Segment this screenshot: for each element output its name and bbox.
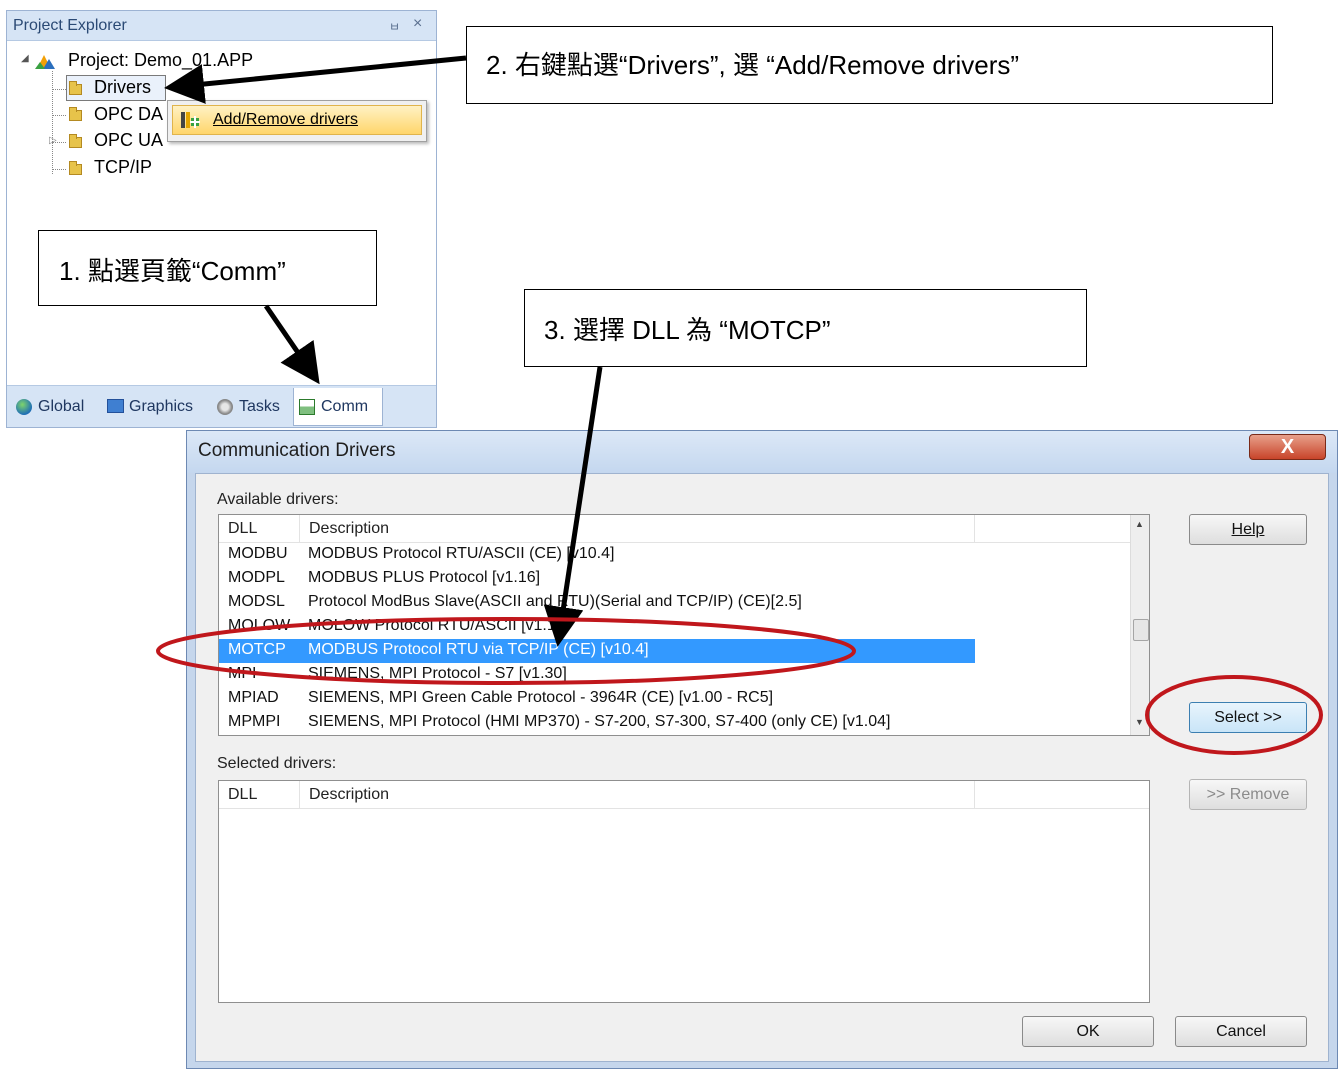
column-header-dll[interactable]: DLL — [228, 520, 257, 538]
driver-description: SIEMENS, MPI Green Cable Protocol - 3964… — [308, 689, 774, 706]
driver-description: MODBUS Protocol RTU/ASCII (CE) [v10.4] — [308, 545, 615, 562]
project-explorer-titlebar: Project Explorer ㅂ × — [7, 11, 436, 41]
gear-icon — [217, 399, 233, 415]
driver-dll: MPI — [228, 665, 257, 682]
tree-line — [52, 169, 66, 170]
menu-item-add-remove-drivers[interactable]: Add/Remove drivers — [172, 105, 422, 135]
menu-item-label: Add/Remove drivers — [213, 111, 358, 128]
selected-list-header: DLL Description — [219, 781, 1149, 809]
driver-description: SIEMENS, MPI Protocol - S7 [v1.30] — [308, 665, 567, 682]
callout-step-1-text: 1. 點選頁籤“Comm” — [59, 256, 286, 286]
driver-row-mpi[interactable]: MPI SIEMENS, MPI Protocol - S7 [v1.30] — [219, 663, 975, 687]
tab-global[interactable]: Global — [38, 398, 84, 416]
driver-description: SIEMENS, MPI Protocol (HMI MP370) - S7-2… — [308, 713, 891, 730]
driver-row-modbu[interactable]: MODBU MODBUS Protocol RTU/ASCII (CE) [v10… — [219, 543, 975, 567]
column-header-dll[interactable]: DLL — [228, 786, 257, 804]
context-menu: Add/Remove drivers — [167, 100, 427, 142]
driver-dll: MODSL — [228, 593, 285, 610]
tree-item-drivers[interactable]: Drivers — [94, 77, 151, 98]
driver-row-modpl[interactable]: MODPL MODBUS PLUS Protocol [v1.16] — [219, 567, 975, 591]
folder-icon — [69, 81, 82, 95]
driver-row-motcp[interactable]: MOTCP MODBUS Protocol RTU via TCP/IP (CE)… — [219, 639, 975, 663]
available-drivers-label: Available drivers: — [217, 491, 339, 508]
remove-button-label: >> Remove — [1206, 786, 1290, 803]
scroll-thumb[interactable] — [1133, 619, 1149, 641]
pin-icon[interactable]: ㅂ — [389, 18, 400, 35]
selected-drivers-list[interactable]: DLL Description — [218, 780, 1150, 1003]
tree-line — [52, 71, 53, 174]
driver-description: MODBUS Protocol RTU via TCP/IP (CE) [v10… — [308, 641, 649, 658]
cancel-button-label: Cancel — [1216, 1023, 1266, 1040]
select-button[interactable]: Select >> — [1189, 702, 1307, 733]
tab-tasks[interactable]: Tasks — [239, 398, 280, 416]
globe-icon — [16, 399, 32, 415]
tab-comm[interactable]: Comm — [321, 398, 368, 416]
driver-dll: MOTCP — [228, 641, 286, 658]
vertical-scrollbar[interactable]: ▲ ▼ — [1130, 515, 1149, 735]
tree-line — [52, 115, 66, 116]
callout-step-2-text: 2. 右鍵點選“Drivers”, 選 “Add/Remove drivers” — [486, 50, 1020, 80]
dialog-title: Communication Drivers — [198, 440, 396, 461]
project-label[interactable]: Project: Demo_01.APP — [68, 50, 253, 71]
column-divider — [299, 515, 300, 543]
driver-dll: MPMPI — [228, 713, 281, 730]
help-button[interactable]: Help — [1189, 514, 1307, 545]
dialog-close-button[interactable]: X — [1249, 434, 1326, 460]
column-header-description[interactable]: Description — [309, 520, 389, 538]
select-button-label: Select >> — [1214, 709, 1282, 726]
available-rows: MODBU MODBUS Protocol RTU/ASCII (CE) [v10… — [219, 543, 1130, 735]
selected-drivers-label: Selected drivers: — [217, 755, 337, 772]
driver-row-mpiad[interactable]: MPIAD SIEMENS, MPI Green Cable Protocol -… — [219, 687, 975, 711]
driver-row-modsl[interactable]: MODSL Protocol ModBus Slave(ASCII and RTU… — [219, 591, 975, 615]
driver-description: MOLOW Protocol RTU/ASCII [v1.1] — [308, 617, 561, 634]
tab-graphics[interactable]: Graphics — [129, 398, 193, 416]
driver-dll: MODBU — [228, 545, 288, 562]
driver-row-molow[interactable]: MOLOW MOLOW Protocol RTU/ASCII [v1.1] — [219, 615, 975, 639]
tree-item-opc-ua[interactable]: OPC UA — [94, 130, 163, 151]
available-drivers-list[interactable]: DLL Description MODBU MODBUS Protocol RTU… — [218, 514, 1150, 736]
remove-button[interactable]: >> Remove — [1189, 779, 1307, 810]
folder-icon — [69, 134, 82, 148]
tree-line — [52, 89, 66, 90]
expand-arrow-icon[interactable]: ▷ — [49, 135, 57, 146]
driver-description: Protocol ModBus Slave(ASCII and RTU)(Ser… — [308, 593, 802, 610]
dialog-titlebar: Communication Drivers X — [187, 431, 1337, 473]
tree-item-opc-da[interactable]: OPC DA — [94, 104, 163, 125]
cancel-button[interactable]: Cancel — [1175, 1016, 1307, 1047]
folder-icon — [69, 107, 82, 121]
communication-drivers-dialog: Communication Drivers X Available driver… — [186, 430, 1338, 1069]
project-explorer-tabs: Global Graphics Tasks Comm — [7, 385, 436, 427]
dialog-body: Available drivers: DLL Description MODBU… — [195, 473, 1329, 1062]
help-button-label: Help — [1231, 521, 1265, 538]
folder-icon — [69, 161, 82, 175]
driver-dll: MPIAD — [228, 689, 279, 706]
collapse-arrow-icon[interactable]: ◢ — [21, 53, 29, 64]
add-driver-icon — [181, 112, 200, 128]
driver-row-mpmpi[interactable]: MPMPI SIEMENS, MPI Protocol (HMI MP370) -… — [219, 711, 975, 735]
column-divider — [974, 515, 975, 543]
close-icon[interactable]: × — [413, 15, 422, 33]
ok-button[interactable]: OK — [1022, 1016, 1154, 1047]
ok-button-label: OK — [1076, 1023, 1100, 1040]
project-explorer-title: Project Explorer — [13, 17, 127, 34]
callout-step-2: 2. 右鍵點選“Drivers”, 選 “Add/Remove drivers” — [466, 26, 1273, 104]
driver-dll: MODPL — [228, 569, 285, 586]
project-explorer-panel: Project Explorer ㅂ × ◢ Project: Demo_01.… — [6, 10, 437, 428]
tree-item-tcp-ip[interactable]: TCP/IP — [94, 157, 152, 178]
graphics-icon — [107, 399, 124, 413]
scroll-down-icon[interactable]: ▼ — [1135, 717, 1144, 727]
network-icon — [299, 399, 315, 415]
callout-step-1: 1. 點選頁籤“Comm” — [38, 230, 377, 306]
column-divider — [299, 781, 300, 809]
scroll-up-icon[interactable]: ▲ — [1135, 519, 1144, 529]
driver-dll: MOLOW — [228, 617, 291, 634]
callout-step-3: 3. 選擇 DLL 為 “MOTCP” — [524, 289, 1087, 367]
driver-description: MODBUS PLUS Protocol [v1.16] — [308, 569, 541, 586]
project-icon — [35, 55, 55, 69]
callout-step-3-text: 3. 選擇 DLL 為 “MOTCP” — [544, 315, 831, 345]
available-list-header: DLL Description — [219, 515, 1130, 543]
column-divider — [974, 781, 975, 809]
column-header-description[interactable]: Description — [309, 786, 389, 804]
